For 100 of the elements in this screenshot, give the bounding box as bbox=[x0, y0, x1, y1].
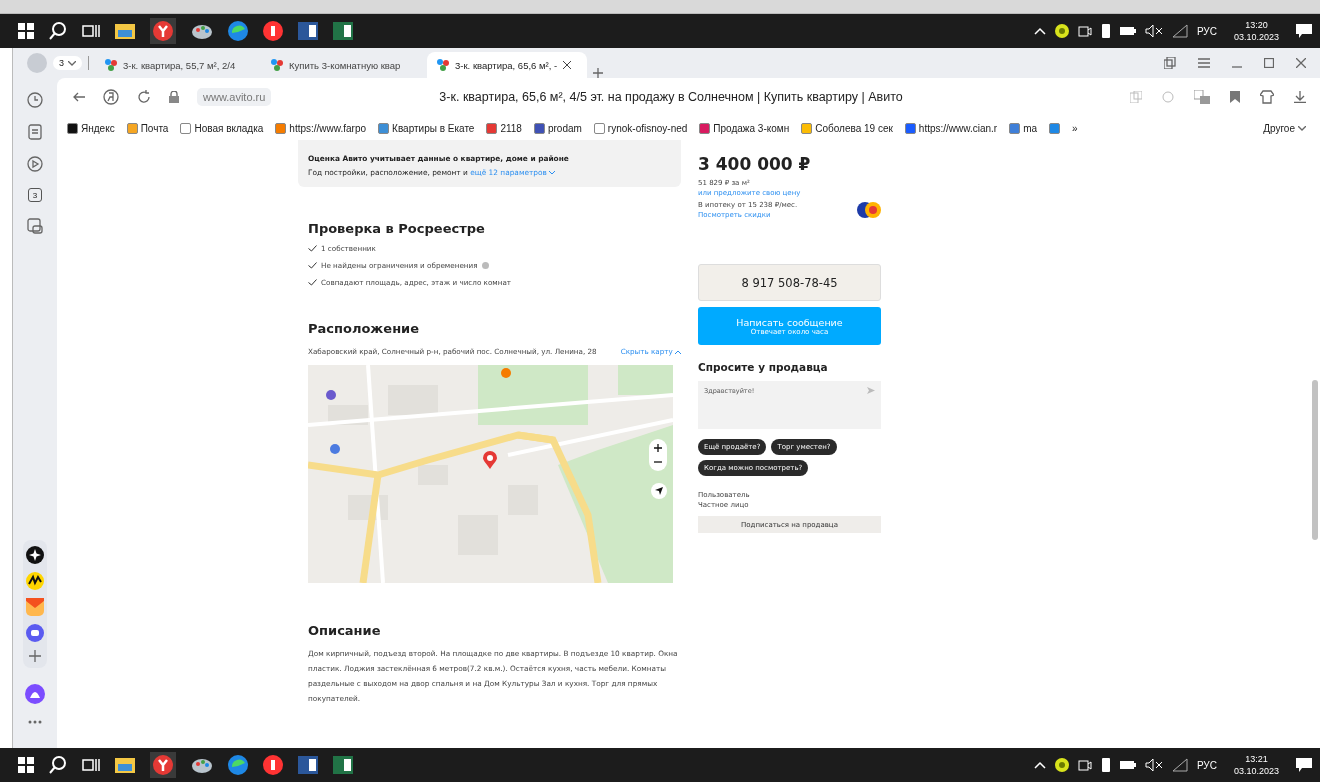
excel-icon[interactable] bbox=[333, 756, 353, 774]
folder-icon[interactable] bbox=[115, 23, 135, 39]
tab-title: 3-к. квартира, 55,7 м², 2/4 bbox=[123, 59, 236, 71]
tray-app-icon[interactable] bbox=[1054, 758, 1069, 772]
tray-app-icon[interactable] bbox=[1054, 24, 1069, 38]
folder-icon[interactable] bbox=[115, 757, 135, 773]
reload-icon[interactable] bbox=[137, 90, 151, 104]
tab-counter[interactable]: 3 bbox=[53, 56, 82, 70]
map-pin-icon bbox=[483, 451, 497, 469]
circle-logo-icon[interactable] bbox=[103, 89, 119, 105]
bookmark-link[interactable]: 2118 bbox=[500, 122, 522, 134]
windows-logo-icon[interactable] bbox=[18, 757, 34, 773]
section-heading: Проверка в Росреестре bbox=[308, 221, 486, 236]
tab-title: Купить 3-комнатную квар bbox=[289, 59, 401, 71]
excel-icon[interactable] bbox=[333, 22, 353, 40]
speaker-muted-icon[interactable] bbox=[1144, 758, 1163, 772]
bookmark-link[interactable]: Квартиры в Екате bbox=[392, 122, 475, 134]
task-view-icon[interactable] bbox=[82, 757, 100, 773]
star-app-icon[interactable] bbox=[26, 546, 44, 564]
plus-icon bbox=[654, 444, 662, 452]
edge-browser-icon[interactable] bbox=[228, 21, 248, 41]
phone-button[interactable]: 8 917 508-78-45 bbox=[698, 264, 881, 301]
gallery-icon[interactable] bbox=[27, 218, 43, 234]
bookmark-link[interactable]: prodam bbox=[547, 122, 582, 134]
language-indicator[interactable]: РУС bbox=[1196, 25, 1217, 37]
more-bookmarks-button[interactable]: » bbox=[1072, 122, 1078, 134]
back-arrow-icon[interactable] bbox=[73, 92, 85, 102]
wave-app-icon[interactable] bbox=[26, 572, 44, 590]
bookmark-link[interactable]: https://www.cian.r bbox=[918, 122, 998, 134]
more-dots-icon[interactable] bbox=[28, 720, 42, 724]
bookmark-link[interactable]: https://www.farpo bbox=[289, 122, 367, 134]
search-icon[interactable] bbox=[49, 756, 67, 774]
bookmark-link[interactable]: rynok-ofisnoy-ned bbox=[607, 122, 688, 134]
letter-app-icon[interactable] bbox=[263, 755, 283, 775]
close-icon[interactable] bbox=[563, 61, 572, 69]
zoom-in-button[interactable] bbox=[652, 442, 664, 454]
tab-count: 3 bbox=[59, 58, 64, 68]
assistant-app-icon[interactable] bbox=[25, 684, 45, 704]
plus-icon[interactable] bbox=[29, 650, 41, 662]
chevron-up-icon[interactable] bbox=[1033, 761, 1046, 769]
notification-icon[interactable] bbox=[1296, 24, 1312, 38]
browser-icon[interactable] bbox=[153, 21, 173, 41]
paint-palette-icon[interactable] bbox=[191, 22, 213, 40]
word-icon[interactable] bbox=[298, 22, 318, 40]
ring-app-icon[interactable] bbox=[26, 624, 44, 642]
bookmark-link[interactable]: Новая вкладка bbox=[194, 122, 264, 134]
phone-icon[interactable] bbox=[1100, 758, 1111, 772]
browser-tab[interactable]: 3-к. квартира, 65,6 м², - bbox=[427, 52, 587, 78]
language-indicator[interactable]: РУС bbox=[1196, 759, 1217, 771]
close-icon[interactable] bbox=[1296, 58, 1306, 68]
check-icon bbox=[308, 279, 317, 286]
scrollbar-thumb[interactable] bbox=[1312, 380, 1318, 540]
bookmark-icon[interactable] bbox=[1230, 91, 1240, 103]
task-view-icon[interactable] bbox=[82, 23, 100, 39]
maximize-icon[interactable] bbox=[1264, 58, 1274, 68]
chevron-down-icon bbox=[1298, 125, 1306, 131]
bookmark-link[interactable]: Яндекс bbox=[81, 122, 115, 134]
shirt-icon[interactable] bbox=[1260, 90, 1274, 104]
price: 3 400 000 ₽ bbox=[698, 154, 812, 174]
browser-icon[interactable] bbox=[153, 755, 173, 775]
check-icon bbox=[308, 245, 317, 252]
paint-palette-icon[interactable] bbox=[191, 756, 213, 774]
search-icon[interactable] bbox=[49, 22, 67, 40]
bookmark-link[interactable]: Соболева 19 сек bbox=[815, 122, 893, 134]
clock-icon[interactable] bbox=[27, 92, 43, 108]
notification-icon[interactable] bbox=[1296, 758, 1312, 772]
windows-logo-icon[interactable] bbox=[18, 23, 34, 39]
chevron-up-icon bbox=[675, 350, 681, 354]
clock-time: 13:21 bbox=[1245, 753, 1268, 765]
bookmark-link[interactable]: Почта bbox=[140, 122, 169, 134]
clock[interactable]: 13:21 03.10.2023 bbox=[1233, 753, 1279, 777]
chevron-up-icon[interactable] bbox=[1033, 27, 1046, 35]
copy-icon[interactable] bbox=[1164, 57, 1176, 69]
phone-icon[interactable] bbox=[1100, 24, 1111, 38]
word-icon[interactable] bbox=[298, 756, 318, 774]
clock[interactable]: 13:20 03.10.2023 bbox=[1233, 19, 1279, 43]
sidebar-counter[interactable]: 3 bbox=[28, 188, 42, 202]
camera-icon[interactable] bbox=[1077, 758, 1092, 772]
download-icon[interactable] bbox=[1294, 91, 1306, 103]
browser-tab[interactable]: Купить 3-комнатную квар bbox=[261, 52, 421, 78]
other-bookmarks-button[interactable]: Другое bbox=[1263, 122, 1320, 134]
plus-icon[interactable] bbox=[593, 68, 603, 78]
camera-icon[interactable] bbox=[1077, 24, 1092, 38]
colorful-dots-icon bbox=[105, 59, 117, 71]
bookmark-link[interactable]: ma bbox=[1023, 122, 1038, 134]
address-bar[interactable]: www.avito.ru bbox=[197, 88, 272, 106]
notes-icon[interactable] bbox=[28, 124, 42, 140]
letter-app-icon[interactable] bbox=[263, 21, 283, 41]
edge-browser-icon[interactable] bbox=[228, 755, 248, 775]
battery-icon[interactable] bbox=[1119, 26, 1136, 36]
colorful-dots-icon bbox=[271, 59, 283, 71]
clock-date: 03.10.2023 bbox=[1233, 31, 1279, 43]
menu-icon[interactable] bbox=[1198, 58, 1210, 68]
play-icon[interactable] bbox=[27, 156, 43, 172]
browser-tab[interactable]: 3-к. квартира, 55,7 м², 2/4 bbox=[95, 52, 255, 78]
envelope-app-icon[interactable] bbox=[26, 598, 44, 616]
speaker-muted-icon[interactable] bbox=[1144, 24, 1163, 38]
battery-icon[interactable] bbox=[1119, 760, 1136, 770]
section-heading: Описание bbox=[308, 623, 382, 638]
bookmark-link[interactable]: Продажа 3-комн bbox=[713, 122, 790, 134]
